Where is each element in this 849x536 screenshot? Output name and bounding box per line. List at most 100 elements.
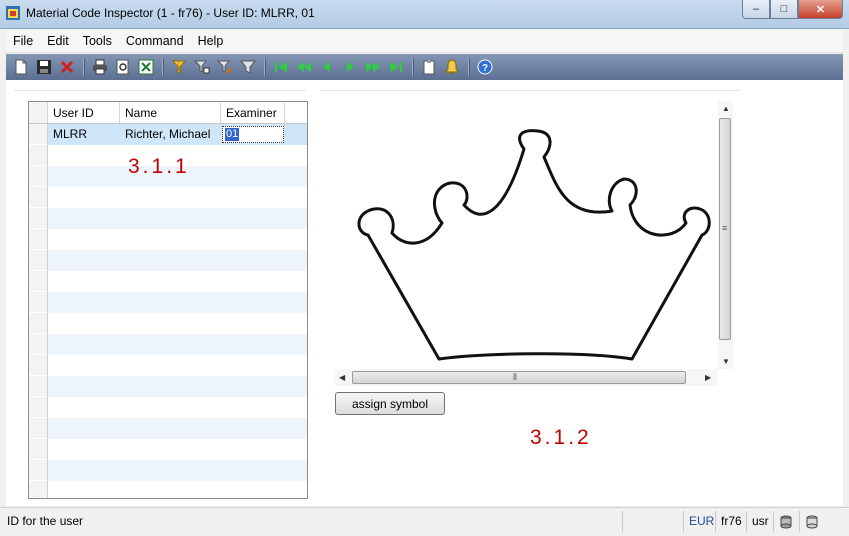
table-row[interactable] (29, 418, 307, 439)
row-selector[interactable] (29, 250, 48, 271)
section-label-right: 3.1.2 (530, 426, 592, 449)
alert-bell-icon[interactable] (441, 57, 463, 77)
table-row[interactable] (29, 250, 307, 271)
toolbar-separator (162, 58, 164, 76)
assign-symbol-button[interactable]: assign symbol (335, 392, 445, 415)
viewer-vertical-scrollbar[interactable]: ▲ ≡ ▼ (718, 101, 733, 369)
server-icon[interactable] (799, 511, 825, 532)
column-header-user-id[interactable]: User ID (48, 102, 120, 123)
title-bar: Material Code Inspector (1 - fr76) - Use… (0, 0, 849, 29)
table-row[interactable] (29, 397, 307, 418)
vertical-scroll-thumb[interactable]: ≡ (719, 118, 731, 340)
toolbar-separator (468, 58, 470, 76)
previous-page-icon[interactable] (293, 57, 315, 77)
menu-edit[interactable]: Edit (40, 30, 76, 52)
table-row[interactable] (29, 229, 307, 250)
toolbar-separator (264, 58, 266, 76)
new-document-icon[interactable] (10, 57, 32, 77)
scroll-right-icon[interactable]: ▶ (705, 373, 711, 382)
examiner-edit-field[interactable]: 01 (222, 126, 284, 143)
scroll-up-icon[interactable]: ▲ (722, 104, 730, 113)
next-record-icon[interactable] (339, 57, 361, 77)
row-selector[interactable] (29, 166, 48, 187)
table-row[interactable] (29, 271, 307, 292)
row-selector[interactable] (29, 460, 48, 481)
row-selector[interactable] (29, 208, 48, 229)
column-header-examiner[interactable]: Examiner (221, 102, 285, 123)
filter-quick-icon[interactable] (168, 57, 190, 77)
table-row[interactable] (29, 334, 307, 355)
menu-bar: File Edit Tools Command Help (6, 30, 843, 53)
status-company[interactable]: fr76 (715, 511, 746, 532)
grid-body: MLRR Richter, Michael 01 (29, 124, 307, 498)
table-row[interactable] (29, 481, 307, 498)
row-selector[interactable] (29, 145, 48, 166)
export-excel-icon[interactable] (135, 57, 157, 77)
horizontal-scroll-thumb[interactable]: ⦀ (352, 371, 686, 384)
menu-tools[interactable]: Tools (76, 30, 119, 52)
filter-icon[interactable] (237, 57, 259, 77)
status-currency[interactable]: EUR (683, 511, 715, 532)
last-record-icon[interactable] (385, 57, 407, 77)
next-page-icon[interactable] (362, 57, 384, 77)
previous-record-icon[interactable] (316, 57, 338, 77)
table-row[interactable] (29, 292, 307, 313)
row-selector[interactable] (29, 481, 48, 498)
scroll-left-icon[interactable]: ◀ (339, 373, 345, 382)
group-divider (320, 90, 740, 91)
database-icon[interactable] (773, 511, 799, 532)
row-selector[interactable] (29, 418, 48, 439)
delete-icon[interactable] (56, 57, 78, 77)
table-row[interactable] (29, 355, 307, 376)
print-preview-icon[interactable] (112, 57, 134, 77)
table-row[interactable] (29, 313, 307, 334)
table-row[interactable] (29, 187, 307, 208)
viewer-horizontal-scrollbar[interactable]: ◀ ⦀ ▶ (334, 369, 718, 386)
cell-user-id[interactable]: MLRR (48, 124, 119, 145)
scroll-down-icon[interactable]: ▼ (722, 357, 730, 366)
save-icon[interactable] (33, 57, 55, 77)
minimize-button[interactable]: – (742, 0, 770, 19)
row-selector[interactable] (29, 439, 48, 460)
table-row[interactable]: MLRR Richter, Michael 01 (29, 124, 307, 145)
table-row[interactable] (29, 460, 307, 481)
close-button[interactable]: ✕ (798, 0, 843, 19)
toolbar-separator (83, 58, 85, 76)
row-selector[interactable] (29, 229, 48, 250)
row-selector[interactable] (29, 313, 48, 334)
grip-icon: ⦀ (513, 372, 517, 382)
status-layer[interactable]: usr (746, 511, 773, 532)
app-icon (6, 6, 20, 20)
menu-help[interactable]: Help (191, 30, 231, 52)
row-selector[interactable] (29, 376, 48, 397)
examiner-value[interactable]: 01 (225, 128, 240, 141)
print-icon[interactable] (89, 57, 111, 77)
status-text: ID for the user (7, 514, 84, 528)
filter-advanced-icon[interactable] (214, 57, 236, 77)
row-selector[interactable] (29, 355, 48, 376)
window-title: Material Code Inspector (1 - fr76) - Use… (26, 6, 315, 20)
table-row[interactable] (29, 439, 307, 460)
row-selector[interactable] (29, 292, 48, 313)
row-selector[interactable] (29, 187, 48, 208)
toolbar: ? (6, 54, 843, 80)
table-row[interactable] (29, 208, 307, 229)
column-header-name[interactable]: Name (120, 102, 221, 123)
maximize-button[interactable]: □ (770, 0, 798, 19)
cell-name[interactable]: Richter, Michael (120, 124, 220, 145)
row-selector[interactable] (29, 334, 48, 355)
table-row[interactable] (29, 376, 307, 397)
group-divider (14, 90, 306, 91)
status-spacer (622, 511, 683, 532)
row-selector[interactable] (29, 124, 48, 145)
menu-file[interactable]: File (6, 30, 40, 52)
attachment-icon[interactable] (418, 57, 440, 77)
first-record-icon[interactable] (270, 57, 292, 77)
menu-command[interactable]: Command (119, 30, 191, 52)
symbol-viewer (334, 101, 732, 369)
row-selector[interactable] (29, 397, 48, 418)
row-selector-header (29, 102, 48, 123)
row-selector[interactable] (29, 271, 48, 292)
filter-selection-icon[interactable] (191, 57, 213, 77)
help-icon[interactable]: ? (474, 57, 496, 77)
